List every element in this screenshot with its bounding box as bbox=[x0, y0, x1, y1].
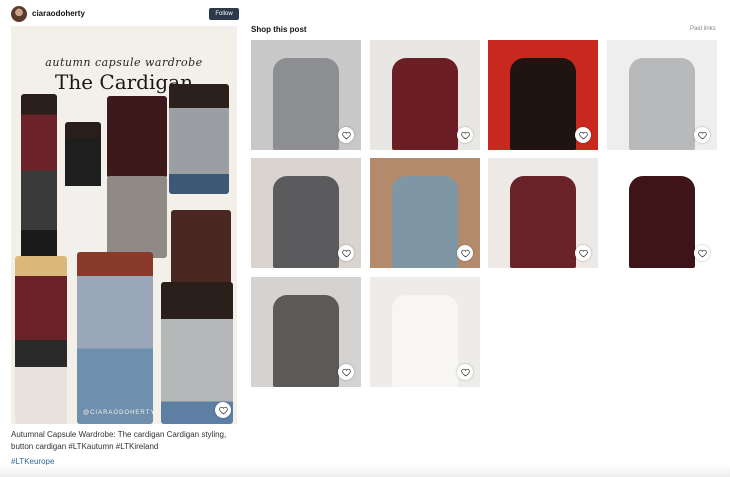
page-bottom-fade bbox=[0, 465, 730, 477]
product-image bbox=[629, 176, 695, 268]
product-grey-knit-sunglasses[interactable] bbox=[251, 277, 361, 387]
favorite-button[interactable] bbox=[575, 127, 591, 143]
favorite-button[interactable] bbox=[338, 245, 354, 261]
favorite-button[interactable] bbox=[457, 245, 473, 261]
favorite-button[interactable] bbox=[338, 127, 354, 143]
product-image bbox=[392, 295, 458, 387]
avatar[interactable] bbox=[11, 6, 27, 22]
product-image bbox=[629, 58, 695, 150]
image-script-title: autumn capsule wardrobe bbox=[45, 56, 203, 69]
favorite-button[interactable] bbox=[457, 364, 473, 380]
heart-icon bbox=[460, 249, 470, 257]
collage-cardigan-grey bbox=[107, 176, 167, 258]
product-image bbox=[392, 58, 458, 150]
heart-icon bbox=[578, 131, 588, 139]
image-watermark: @CIARAODOHERTY bbox=[83, 410, 156, 416]
product-image bbox=[510, 58, 576, 150]
favorite-button[interactable] bbox=[338, 364, 354, 380]
product-burgundy-cardigan-flat[interactable] bbox=[607, 158, 717, 268]
collage-cardigan-dark bbox=[107, 96, 167, 178]
collage-person-1 bbox=[21, 94, 57, 264]
favorite-button[interactable] bbox=[694, 127, 710, 143]
product-white-cardigan-flat[interactable] bbox=[370, 277, 480, 387]
favorite-button[interactable] bbox=[457, 127, 473, 143]
product-burgundy-cardigan-tote[interactable] bbox=[488, 158, 598, 268]
heart-icon bbox=[218, 406, 228, 414]
username[interactable]: ciaraodoherty bbox=[32, 9, 85, 18]
post-caption: Autumnal Capsule Wardrobe: The cardigan … bbox=[11, 430, 227, 451]
heart-icon bbox=[460, 368, 470, 376]
product-image bbox=[273, 295, 339, 387]
heart-icon bbox=[697, 131, 707, 139]
product-blue-grey-cardigan-seated[interactable] bbox=[370, 158, 480, 268]
heart-icon bbox=[341, 131, 351, 139]
follow-button[interactable]: Follow bbox=[209, 8, 239, 20]
product-image bbox=[392, 176, 458, 268]
paid-links-label: Paid links bbox=[690, 26, 716, 32]
shop-title: Shop this post bbox=[251, 25, 307, 34]
product-red-knit-closeup[interactable] bbox=[488, 40, 598, 150]
heart-icon bbox=[341, 368, 351, 376]
product-light-grey-cardigan[interactable] bbox=[607, 40, 717, 150]
product-image bbox=[273, 58, 339, 150]
product-grey-cardigan-jeans[interactable] bbox=[251, 40, 361, 150]
collage-person-5 bbox=[77, 252, 153, 424]
post-header: ciaraodoherty Follow bbox=[11, 5, 239, 25]
product-burgundy-cardigan-bag[interactable] bbox=[370, 40, 480, 150]
product-image bbox=[510, 176, 576, 268]
collage-person-3 bbox=[169, 84, 229, 194]
favorite-button[interactable] bbox=[575, 245, 591, 261]
favorite-button[interactable] bbox=[215, 402, 231, 418]
favorite-button[interactable] bbox=[694, 245, 710, 261]
product-image bbox=[273, 176, 339, 268]
post-image[interactable]: autumn capsule wardrobe The Cardigan @CI… bbox=[11, 26, 237, 424]
collage-person-4 bbox=[15, 256, 67, 424]
heart-icon bbox=[460, 131, 470, 139]
heart-icon bbox=[578, 249, 588, 257]
heart-icon bbox=[341, 249, 351, 257]
collage-cardigan-brown bbox=[171, 210, 231, 288]
heart-icon bbox=[697, 249, 707, 257]
product-charcoal-cardigan-set[interactable] bbox=[251, 158, 361, 268]
